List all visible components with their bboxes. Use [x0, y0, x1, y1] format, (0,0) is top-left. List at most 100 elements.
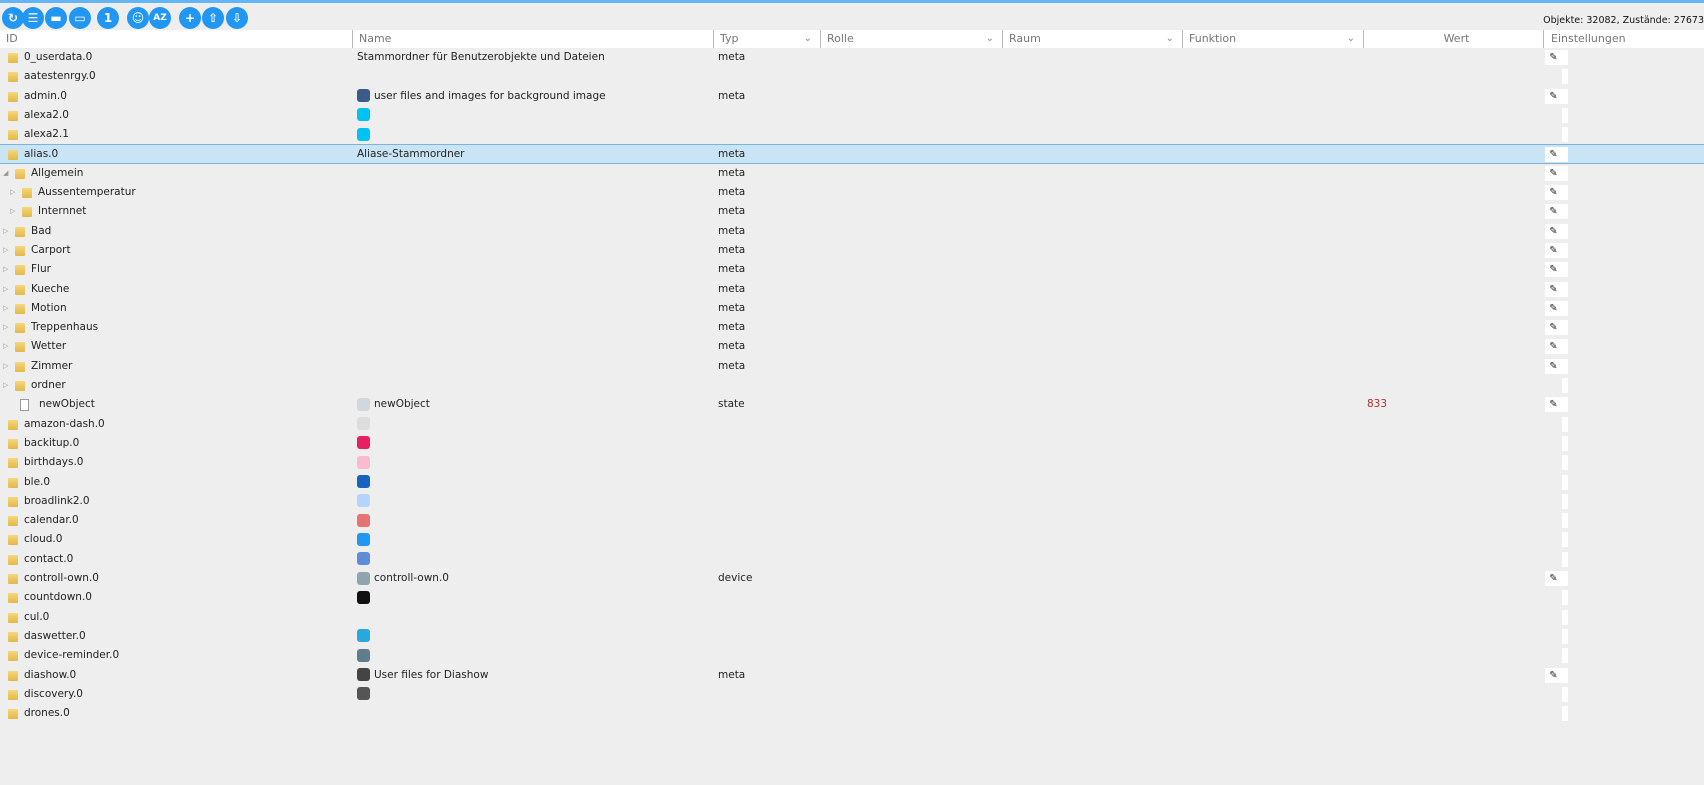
folder-outline-button[interactable]: ▭	[69, 7, 91, 29]
settings-button[interactable]	[1562, 242, 1568, 258]
edit-pencil-icon[interactable]: ✎	[1545, 358, 1562, 374]
column-room[interactable]: Raum ⌄	[1003, 30, 1183, 48]
collapsed-triangle-icon[interactable]: ▷	[10, 183, 15, 202]
collapsed-triangle-icon[interactable]: ▷	[3, 357, 8, 376]
column-role[interactable]: Rolle ⌄	[821, 30, 1003, 48]
upload-button[interactable]: ⇧	[202, 7, 224, 29]
folder-button[interactable]: ▬	[45, 7, 67, 29]
table-row[interactable]: daswetter.0	[0, 627, 1704, 646]
table-row[interactable]: drones.0	[0, 704, 1704, 723]
settings-button[interactable]	[1562, 223, 1568, 239]
settings-button[interactable]	[1562, 127, 1568, 143]
column-name[interactable]: Name	[353, 30, 714, 48]
collapsed-triangle-icon[interactable]: ▷	[3, 299, 8, 318]
add-button[interactable]: +	[179, 7, 201, 29]
download-button[interactable]: ⇩	[226, 7, 248, 29]
edit-pencil-icon[interactable]: ✎	[1545, 262, 1562, 278]
collapsed-triangle-icon[interactable]: ▷	[3, 280, 8, 299]
settings-button[interactable]	[1562, 493, 1568, 509]
edit-pencil-icon[interactable]: ✎	[1545, 320, 1562, 336]
table-row[interactable]: alexa2.0	[0, 106, 1704, 125]
edit-pencil-icon[interactable]: ✎	[1545, 50, 1562, 65]
settings-button[interactable]	[1562, 513, 1568, 529]
table-row[interactable]: calendar.0	[0, 511, 1704, 530]
edit-pencil-icon[interactable]: ✎	[1545, 667, 1562, 683]
table-row[interactable]: newObject newObject state 833 ✎	[0, 395, 1704, 414]
settings-button[interactable]	[1562, 667, 1568, 683]
settings-button[interactable]	[1562, 590, 1568, 606]
edit-pencil-icon[interactable]: ✎	[1545, 339, 1562, 355]
table-row[interactable]: ▷ Carport meta ✎	[0, 241, 1704, 260]
refresh-button[interactable]: ↻	[2, 7, 24, 29]
user-button[interactable]: ☺	[127, 7, 149, 29]
edit-pencil-icon[interactable]: ✎	[1545, 185, 1562, 201]
edit-pencil-icon[interactable]: ✎	[1545, 88, 1562, 104]
table-row[interactable]: discovery.0	[0, 685, 1704, 704]
table-row[interactable]: countdown.0	[0, 588, 1704, 607]
table-row[interactable]: backitup.0	[0, 434, 1704, 453]
settings-button[interactable]	[1562, 262, 1568, 278]
settings-button[interactable]	[1562, 358, 1568, 374]
list-view-button[interactable]: ☰	[22, 7, 44, 29]
settings-button[interactable]	[1562, 435, 1568, 451]
settings-button[interactable]	[1562, 455, 1568, 471]
settings-button[interactable]	[1562, 378, 1568, 394]
settings-button[interactable]	[1562, 706, 1568, 722]
table-row[interactable]: cul.0	[0, 608, 1704, 627]
chevron-down-icon[interactable]: ⌄	[1166, 30, 1174, 48]
collapsed-triangle-icon[interactable]: ▷	[3, 337, 8, 356]
table-row[interactable]: ◢ Allgemein meta ✎	[0, 164, 1704, 183]
settings-button[interactable]	[1562, 185, 1568, 201]
column-id[interactable]: ID	[0, 30, 353, 48]
column-settings[interactable]: Einstellungen	[1544, 30, 1704, 48]
chevron-down-icon[interactable]: ⌄	[1347, 30, 1355, 48]
table-row[interactable]: cloud.0	[0, 530, 1704, 549]
table-row[interactable]: contact.0	[0, 550, 1704, 569]
edit-pencil-icon[interactable]: ✎	[1545, 242, 1562, 258]
table-row[interactable]: ▷ Wetter meta ✎	[0, 337, 1704, 356]
settings-button[interactable]	[1562, 609, 1568, 625]
edit-pencil-icon[interactable]: ✎	[1545, 147, 1562, 163]
column-value[interactable]: Wert	[1364, 30, 1544, 48]
settings-button[interactable]	[1562, 204, 1568, 220]
table-row[interactable]: alexa2.1	[0, 125, 1704, 144]
table-row[interactable]: birthdays.0	[0, 453, 1704, 472]
settings-button[interactable]	[1562, 416, 1568, 432]
settings-button[interactable]	[1562, 165, 1568, 181]
edit-pencil-icon[interactable]: ✎	[1545, 300, 1562, 316]
table-row[interactable]: aatestenrgy.0	[0, 67, 1704, 86]
collapsed-triangle-icon[interactable]: ▷	[3, 318, 8, 337]
table-row[interactable]: diashow.0 User files for Diashow meta ✎	[0, 666, 1704, 685]
table-row[interactable]: ▷ Motion meta ✎	[0, 299, 1704, 318]
settings-button[interactable]	[1562, 281, 1568, 297]
sort-az-button[interactable]: AZ	[149, 7, 171, 29]
object-value[interactable]: 833	[1367, 395, 1387, 414]
column-type[interactable]: Typ ⌄	[714, 30, 821, 48]
one-button[interactable]: 1	[97, 7, 119, 29]
table-row[interactable]: ▷ Aussentemperatur meta ✎	[0, 183, 1704, 202]
table-row[interactable]: device-reminder.0	[0, 646, 1704, 665]
collapsed-triangle-icon[interactable]: ▷	[3, 241, 8, 260]
table-row[interactable]: controll-own.0 controll-own.0 device ✎	[0, 569, 1704, 588]
settings-button[interactable]	[1562, 50, 1568, 65]
chevron-down-icon[interactable]: ⌄	[986, 30, 994, 48]
edit-pencil-icon[interactable]: ✎	[1545, 397, 1562, 413]
settings-button[interactable]	[1562, 107, 1568, 123]
column-function[interactable]: Funktion ⌄	[1183, 30, 1364, 48]
table-row[interactable]: ▷ Internnet meta ✎	[0, 202, 1704, 221]
table-row[interactable]: admin.0 user files and images for backgro…	[0, 87, 1704, 106]
settings-button[interactable]	[1562, 532, 1568, 548]
collapsed-triangle-icon[interactable]: ▷	[3, 260, 8, 279]
settings-button[interactable]	[1562, 147, 1568, 163]
settings-button[interactable]	[1562, 686, 1568, 702]
table-row[interactable]: ▷ Treppenhaus meta ✎	[0, 318, 1704, 337]
table-row[interactable]: amazon-dash.0	[0, 415, 1704, 434]
edit-pencil-icon[interactable]: ✎	[1545, 571, 1562, 587]
settings-button[interactable]	[1562, 474, 1568, 490]
edit-pencil-icon[interactable]: ✎	[1545, 165, 1562, 181]
table-row[interactable]: ▷ ordner	[0, 376, 1704, 395]
collapsed-triangle-icon[interactable]: ▷	[10, 202, 15, 221]
table-row[interactable]: 0_userdata.0 Stammordner für Benutzerobje…	[0, 48, 1704, 67]
collapsed-triangle-icon[interactable]: ▷	[3, 376, 8, 395]
settings-button[interactable]	[1562, 300, 1568, 316]
